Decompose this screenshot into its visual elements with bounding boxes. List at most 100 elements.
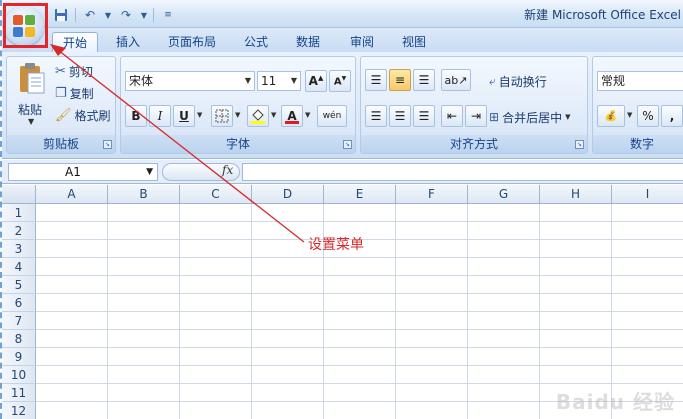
merge-center-button[interactable]: ⊞ 合并后居中 ▼ — [489, 107, 570, 127]
column-header-a[interactable]: A — [36, 185, 108, 204]
tab-page-layout[interactable]: 页面布局 — [158, 32, 226, 52]
shrink-font-button[interactable]: A▼ — [329, 70, 351, 92]
tab-insert[interactable]: 插入 — [106, 32, 150, 52]
font-color-button[interactable]: A — [281, 105, 303, 127]
cut-button[interactable]: ✂ 剪切 — [55, 61, 93, 81]
bold-button[interactable]: B — [125, 105, 147, 127]
copy-label: 复制 — [69, 86, 94, 101]
gridline — [36, 275, 683, 276]
row-header-12[interactable]: 12 — [2, 402, 36, 419]
gridline — [36, 293, 683, 294]
chevron-down-icon[interactable]: ▼ — [305, 111, 310, 119]
fill-color-button[interactable] — [247, 105, 269, 127]
paste-button[interactable]: 粘贴 ▼ — [13, 59, 51, 131]
decrease-indent-button[interactable]: ⇤ — [441, 105, 463, 127]
chevron-down-icon: ▼ — [244, 76, 251, 85]
align-bottom-button[interactable]: ☰ — [413, 69, 435, 91]
column-header-d[interactable]: D — [252, 185, 324, 204]
redo-icon[interactable]: ↷ — [117, 7, 135, 23]
column-header-e[interactable]: E — [324, 185, 396, 204]
save-icon[interactable] — [52, 7, 70, 23]
currency-icon: 💰 — [604, 110, 618, 122]
cut-label: 剪切 — [68, 64, 93, 79]
tab-data[interactable]: 数据 — [286, 32, 330, 52]
align-top-button[interactable]: ☰ — [365, 69, 387, 91]
column-header-g[interactable]: G — [468, 185, 540, 204]
column-header-h[interactable]: H — [540, 185, 612, 204]
row-header-3[interactable]: 3 — [2, 240, 36, 258]
orientation-button[interactable]: ab↗ — [441, 69, 471, 91]
comma-button[interactable]: , — [661, 105, 683, 127]
tab-formulas[interactable]: 公式 — [234, 32, 278, 52]
font-color-swatch — [285, 121, 299, 124]
grow-font-button[interactable]: A▲ — [305, 70, 327, 92]
font-size-select[interactable]: 11 ▼ — [257, 71, 301, 91]
chevron-down-icon[interactable]: ▼ — [235, 111, 240, 119]
formula-input[interactable] — [242, 163, 683, 181]
align-left-button[interactable]: ☰ — [365, 105, 387, 127]
column-header-c[interactable]: C — [180, 185, 252, 204]
fill-bucket-icon — [251, 109, 265, 124]
ribbon: 粘贴 ▼ ✂ 剪切 ❐ 复制 🖌 格式刷 剪贴板 ↘ 宋体 ▼ 11 ▼ A▲ … — [2, 52, 683, 159]
column-header-f[interactable]: F — [396, 185, 468, 204]
chevron-down-icon[interactable]: ▼ — [627, 111, 632, 119]
paste-label: 粘贴 — [18, 103, 43, 117]
number-format-select[interactable]: 常规 — [597, 71, 683, 91]
align-center-button[interactable]: ☰ — [389, 105, 411, 127]
quick-access-toolbar: ↶ ▼ ↷ ▼ ≡ — [52, 5, 177, 25]
tab-view[interactable]: 视图 — [392, 32, 436, 52]
align-right-icon: ☰ — [418, 109, 430, 123]
font-launcher-icon[interactable]: ↘ — [343, 140, 352, 149]
align-right-button[interactable]: ☰ — [413, 105, 435, 127]
wrap-text-button[interactable]: ⤶ 自动换行 — [489, 71, 547, 91]
undo-icon[interactable]: ↶ — [81, 7, 99, 23]
alignment-launcher-icon[interactable]: ↘ — [575, 140, 584, 149]
watermark: Baidu 经验 — [555, 390, 675, 414]
row-header-8[interactable]: 8 — [2, 330, 36, 348]
customize-qat-icon[interactable]: ≡ — [159, 7, 177, 23]
font-name-select[interactable]: 宋体 ▼ — [125, 71, 255, 91]
clipboard-launcher-icon[interactable]: ↘ — [103, 140, 112, 149]
borders-button[interactable] — [211, 105, 233, 127]
accounting-format-button[interactable]: 💰 — [597, 105, 625, 127]
chevron-down-icon: ▼ — [565, 113, 571, 121]
increase-indent-icon: ⇥ — [470, 109, 482, 123]
name-box[interactable]: A1 ▼ — [8, 163, 158, 181]
tab-home[interactable]: 开始 — [52, 32, 99, 52]
chevron-down-icon[interactable]: ▼ — [104, 7, 112, 23]
column-header-i[interactable]: I — [612, 185, 683, 204]
increase-indent-button[interactable]: ⇥ — [465, 105, 487, 127]
row-header-10[interactable]: 10 — [2, 366, 36, 384]
format-painter-label: 格式刷 — [74, 108, 111, 123]
gridline — [36, 365, 683, 366]
row-header-1[interactable]: 1 — [2, 204, 36, 222]
row-header-6[interactable]: 6 — [2, 294, 36, 312]
number-group: 常规 💰 ▼ % , 数字 — [592, 56, 683, 154]
chevron-down-icon[interactable]: ▼ — [271, 111, 276, 119]
worksheet-grid[interactable]: A B C D E F G H I 1 2 3 4 5 6 7 8 9 10 11 12 — [2, 185, 683, 419]
phonetic-button[interactable]: wén — [317, 105, 347, 127]
shrink-font-icon: A▼ — [333, 74, 347, 88]
ribbon-tabs: 开始 插入 页面布局 公式 数据 审阅 视图 — [2, 28, 683, 52]
row-header-7[interactable]: 7 — [2, 312, 36, 330]
format-painter-button[interactable]: 🖌 格式刷 — [55, 105, 111, 125]
row-header-2[interactable]: 2 — [2, 222, 36, 240]
column-header-b[interactable]: B — [108, 185, 180, 204]
italic-button[interactable]: I — [149, 105, 171, 127]
row-header-11[interactable]: 11 — [2, 384, 36, 402]
chevron-down-icon[interactable]: ▼ — [197, 111, 202, 119]
insert-function-icon[interactable]: fx — [222, 163, 233, 177]
row-header-9[interactable]: 9 — [2, 348, 36, 366]
chevron-down-icon: ▼ — [28, 117, 35, 126]
gridline — [36, 221, 683, 222]
chevron-down-icon[interactable]: ▼ — [140, 7, 148, 23]
align-middle-button[interactable]: ≡ — [389, 69, 411, 91]
decrease-indent-icon: ⇤ — [446, 109, 458, 123]
row-header-4[interactable]: 4 — [2, 258, 36, 276]
select-all-corner[interactable] — [2, 185, 36, 204]
underline-button[interactable]: U — [173, 105, 195, 127]
copy-button[interactable]: ❐ 复制 — [55, 83, 94, 103]
tab-review[interactable]: 审阅 — [340, 32, 384, 52]
percent-button[interactable]: % — [637, 105, 659, 127]
row-header-5[interactable]: 5 — [2, 276, 36, 294]
